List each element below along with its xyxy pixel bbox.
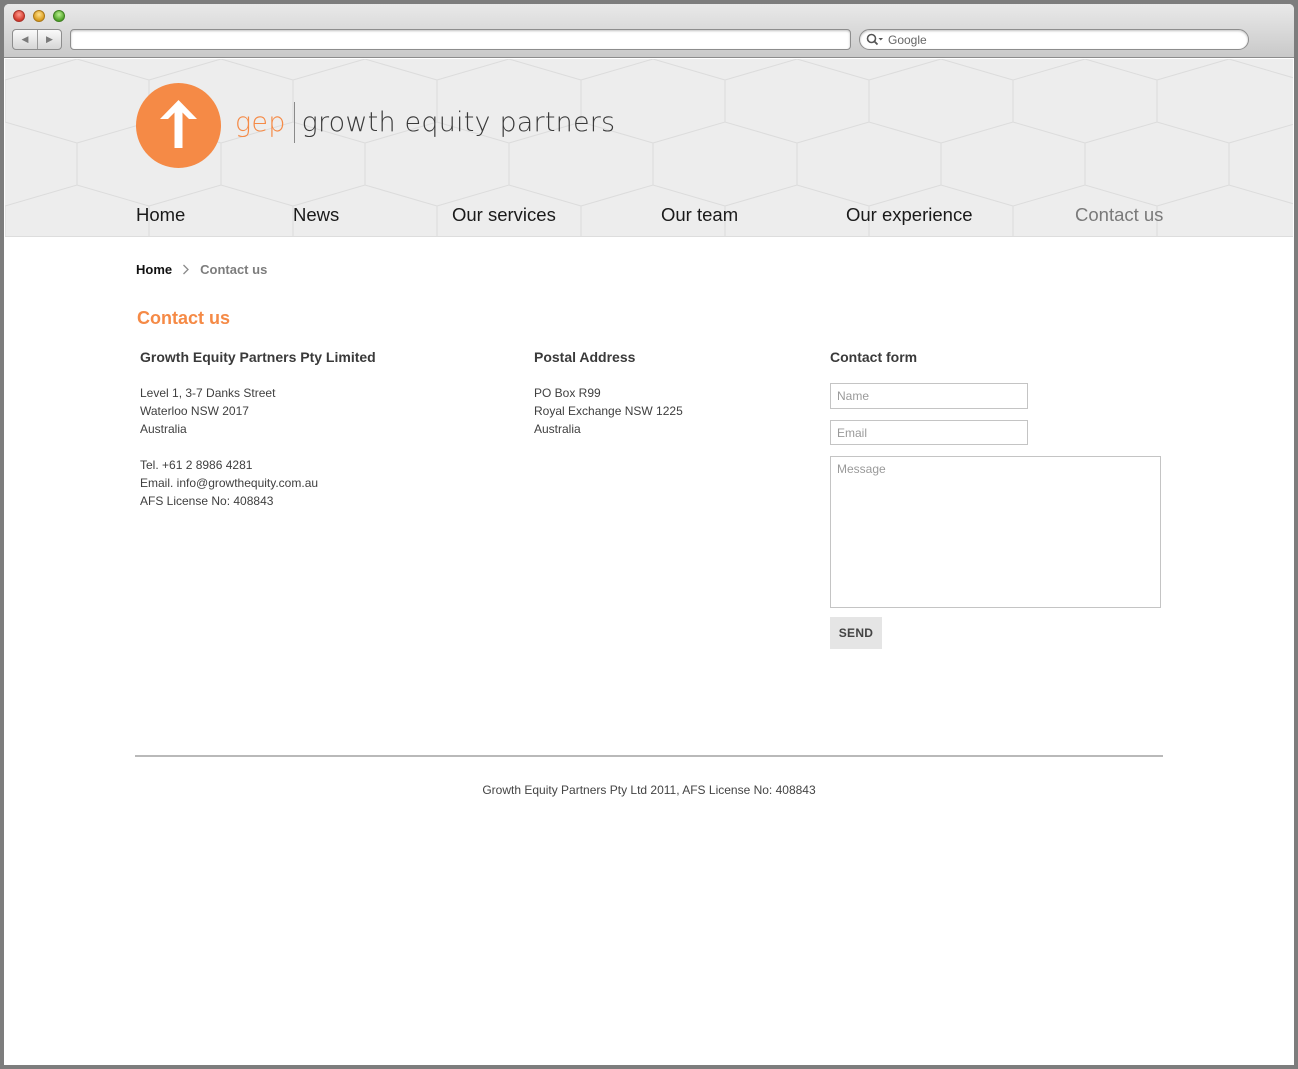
- postal-address: Postal Address PO Box R99 Royal Exchange…: [534, 347, 794, 438]
- email-address: Email. info@growthequity.com.au: [140, 476, 319, 490]
- footer-copyright: Growth Equity Partners Pty Ltd 2011, AFS…: [482, 783, 816, 797]
- email-input[interactable]: [830, 420, 1028, 445]
- nav-item-our-experience[interactable]: Our experience: [846, 204, 972, 226]
- back-arrow-icon: ◀: [21, 34, 29, 44]
- name-input[interactable]: [830, 383, 1028, 409]
- breadcrumb: Home Contact us: [136, 262, 267, 277]
- nav-item-our-team[interactable]: Our team: [661, 204, 738, 226]
- nav-item-news[interactable]: News: [293, 204, 339, 226]
- chevron-right-icon: [182, 264, 190, 275]
- postal-line: Australia: [534, 422, 581, 436]
- forward-button[interactable]: ▶: [36, 30, 61, 49]
- footer-divider: [135, 755, 1163, 757]
- logo-circle[interactable]: [136, 83, 221, 168]
- site-header: gep growth equity partners Home News Our…: [5, 59, 1293, 237]
- address-bar[interactable]: [70, 29, 851, 50]
- close-window-button[interactable]: [13, 10, 25, 22]
- browser-window: ◀ ▶ gep growth equity partners Hom: [4, 4, 1294, 1065]
- main-navigation: Home News Our services Our team Our expe…: [5, 204, 1293, 234]
- browser-search-field[interactable]: [859, 29, 1249, 50]
- postal-line: Royal Exchange NSW 1225: [534, 404, 683, 418]
- message-textarea[interactable]: [830, 456, 1161, 608]
- contact-form-heading: Contact form: [830, 349, 918, 365]
- phone-number: Tel. +61 2 8986 4281: [140, 458, 253, 472]
- postal-heading: Postal Address: [534, 349, 636, 365]
- license-number: AFS License No: 408843: [140, 494, 274, 508]
- nav-item-contact-us[interactable]: Contact us: [1075, 204, 1163, 226]
- logo-wordmark[interactable]: gep growth equity partners: [235, 99, 615, 145]
- postal-line: PO Box R99: [534, 386, 601, 400]
- send-button[interactable]: SEND: [830, 617, 882, 649]
- forward-arrow-icon: ▶: [46, 34, 53, 44]
- contact-form: Contact form SEND: [830, 347, 1170, 649]
- history-buttons: ◀ ▶: [12, 29, 62, 50]
- address-line: Level 1, 3-7 Danks Street: [140, 386, 276, 400]
- search-icon: [866, 33, 883, 46]
- address-line: Waterloo NSW 2017: [140, 404, 249, 418]
- logo-company-name: growth equity partners: [301, 106, 616, 138]
- page-title: Contact us: [137, 308, 231, 328]
- nav-item-home[interactable]: Home: [136, 204, 185, 226]
- logo-divider: [293, 101, 295, 143]
- zoom-window-button[interactable]: [53, 10, 65, 22]
- company-details: Growth Equity Partners Pty Limited Level…: [140, 347, 500, 510]
- minimize-window-button[interactable]: [33, 10, 45, 22]
- logo-abbreviation: gep: [235, 106, 286, 138]
- breadcrumb-current: Contact us: [200, 262, 268, 277]
- browser-toolbar: ◀ ▶: [4, 4, 1294, 58]
- browser-search-input[interactable]: [888, 32, 1218, 47]
- company-heading: Growth Equity Partners Pty Limited: [140, 349, 376, 365]
- breadcrumb-home-link[interactable]: Home: [136, 262, 172, 277]
- up-arrow-icon: [160, 100, 197, 148]
- address-line: Australia: [140, 422, 187, 436]
- nav-item-our-services[interactable]: Our services: [452, 204, 556, 226]
- back-button[interactable]: ◀: [13, 30, 37, 49]
